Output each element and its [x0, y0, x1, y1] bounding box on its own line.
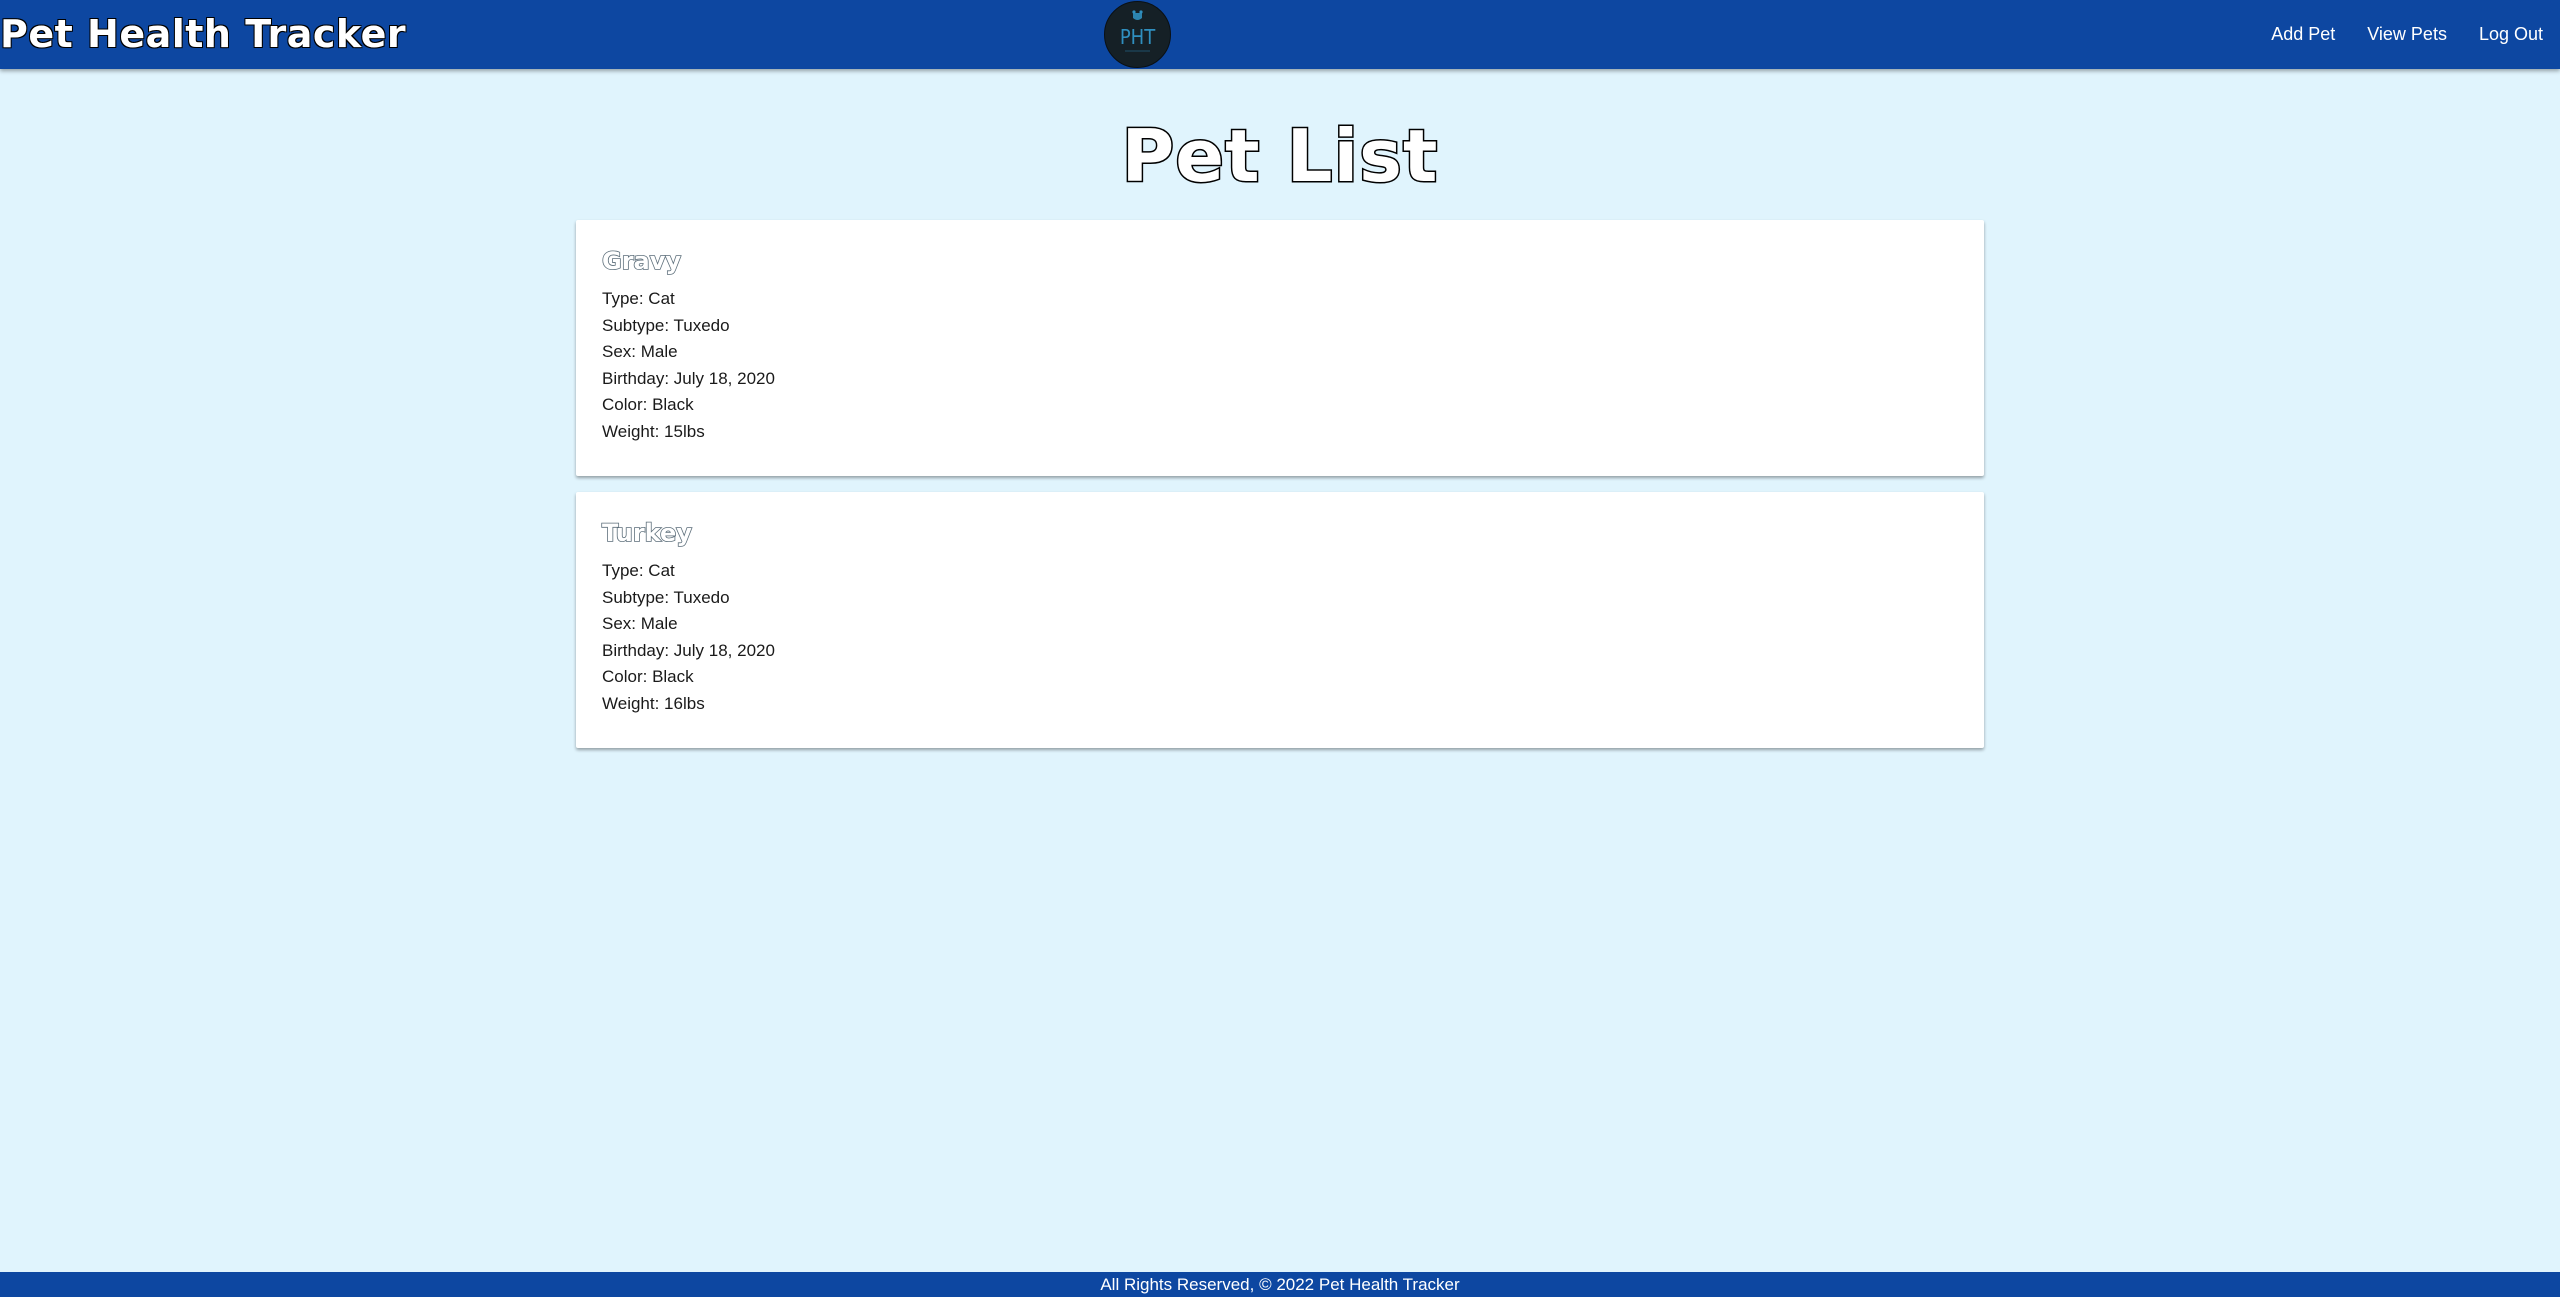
pet-weight: Weight: 15lbs [602, 421, 705, 441]
pet-color: Color: Black [602, 395, 694, 414]
pet-sex: Sex: Male [602, 342, 678, 361]
pet-name: Turkey [601, 518, 693, 548]
log-out-link[interactable]: Log Out [2479, 24, 2543, 45]
pet-type: Type: Cat [602, 561, 675, 580]
pet-card[interactable]: Gravy Type: Cat Subtype: Tuxedo Sex: Mal… [576, 220, 1984, 476]
paw-shield-icon: PHT [1120, 10, 1156, 52]
nav-menu: Add Pet View Pets Log Out [2239, 0, 2560, 69]
footer: All Rights Reserved, © 2022 Pet Health T… [0, 1272, 2560, 1297]
logo-text: PHT [1120, 25, 1156, 49]
view-pets-link[interactable]: View Pets [2367, 24, 2447, 45]
pet-list: Gravy Type: Cat Subtype: Tuxedo Sex: Mal… [576, 220, 1984, 764]
page-title: Pet List [1120, 113, 1439, 200]
pet-color: Color: Black [602, 667, 694, 686]
pet-type: Type: Cat [602, 289, 675, 308]
pet-name: Gravy [601, 246, 682, 276]
pet-subtype: Subtype: Tuxedo [602, 587, 730, 607]
pet-sex: Sex: Male [602, 614, 678, 633]
pet-birthday: Birthday: July 18, 2020 [602, 368, 775, 388]
pet-subtype: Subtype: Tuxedo [602, 315, 730, 335]
pht-logo[interactable]: PHT [1104, 1, 1171, 68]
add-pet-link[interactable]: Add Pet [2271, 24, 2335, 45]
navbar: Pet Health Tracker PHT Add Pet View Pets… [0, 0, 2560, 69]
pet-birthday: Birthday: July 18, 2020 [602, 640, 775, 660]
pet-card[interactable]: Turkey Type: Cat Subtype: Tuxedo Sex: Ma… [576, 492, 1984, 748]
pet-weight: Weight: 16lbs [602, 693, 705, 713]
brand-link[interactable]: Pet Health Tracker [0, 0, 406, 69]
